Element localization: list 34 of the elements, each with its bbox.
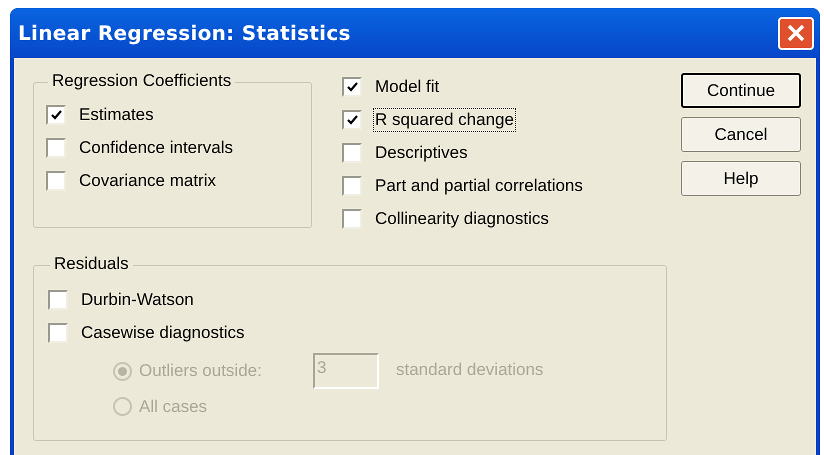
checkbox-label: Covariance matrix [78,170,217,192]
checkmark-icon [346,82,358,92]
dialog-button[interactable]: Help [681,161,801,196]
checkmark-icon [50,110,62,120]
group-title: Regression Coefficients [51,71,232,90]
checkbox[interactable] [48,290,68,310]
radio-label: Outliers outside: [138,360,263,382]
checkbox-label: Casewise diagnostics [80,322,246,344]
group-title: Residuals [53,254,130,273]
radio-label: All cases [138,396,208,418]
checkbox-label: Model fit [374,76,440,98]
checkbox[interactable] [342,76,362,96]
checkbox-label: Collinearity diagnostics [374,208,550,230]
close-button[interactable] [778,16,814,50]
checkbox-label: R squared change [374,108,515,130]
window-title: Linear Regression: Statistics [18,20,351,47]
checkbox-label: Confidence intervals [78,136,234,158]
dialog-button[interactable]: Continue [681,73,801,108]
checkbox[interactable] [46,104,66,124]
checkbox-label: Descriptives [374,142,469,164]
dialog-button[interactable]: Cancel [681,117,801,152]
checkbox[interactable] [342,110,362,130]
checkbox[interactable] [46,170,66,190]
checkbox[interactable] [342,208,362,228]
checkbox-label: Part and partial correlations [374,174,584,196]
checkbox[interactable] [46,138,66,158]
checkmark-icon [346,114,358,124]
unit-label: standard deviations [395,360,544,379]
checkbox[interactable] [48,322,68,342]
checkbox-label: Estimates [78,104,155,126]
close-icon [786,23,806,43]
checkbox[interactable] [342,176,362,196]
checkbox[interactable] [342,142,362,162]
checkbox-label: Durbin-Watson [80,288,195,310]
